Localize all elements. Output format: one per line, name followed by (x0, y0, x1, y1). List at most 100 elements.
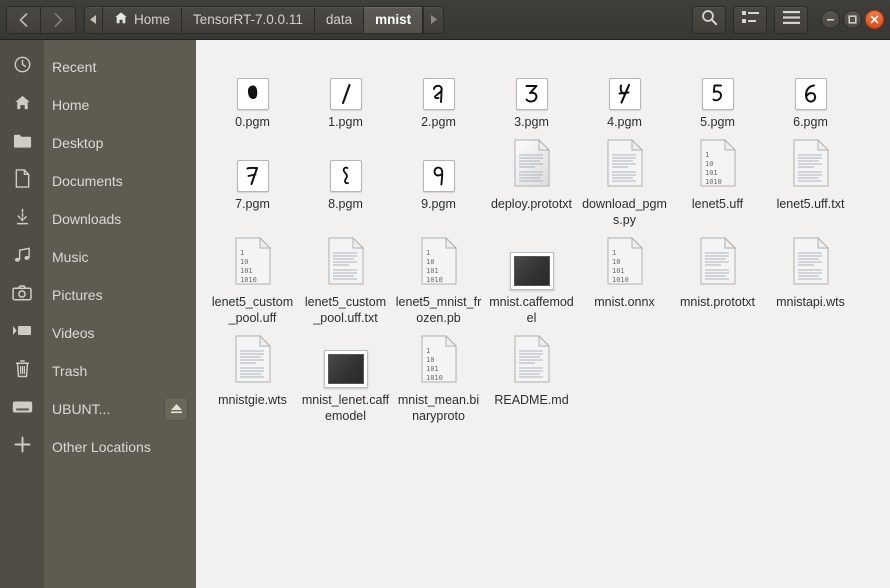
search-button[interactable] (692, 5, 726, 34)
sidebar-icon-home[interactable] (0, 86, 44, 124)
text-document-icon (513, 138, 551, 192)
file-item[interactable]: mnist_lenet.caffemodel (299, 326, 392, 424)
breadcrumb-item-tensorrt[interactable]: TensorRT-7.0.0.11 (182, 6, 315, 33)
file-thumbnail (606, 136, 644, 192)
file-thumbnail (515, 54, 548, 110)
file-label: 9.pgm (421, 197, 456, 211)
sidebar-icon-other-locations[interactable] (0, 428, 44, 466)
sidebar-item-recent[interactable]: Recent (44, 48, 196, 86)
sidebar-item-ubuntu-drive[interactable]: UBUNT... (44, 390, 196, 428)
sidebar-item-other-locations[interactable]: Other Locations (44, 428, 196, 466)
header-right-group (692, 5, 884, 34)
file-item[interactable]: 7.pgm (206, 130, 299, 228)
sidebar-icon-music[interactable] (0, 238, 44, 276)
file-item[interactable]: 3.pgm (485, 48, 578, 130)
file-item[interactable]: 4.pgm (578, 48, 671, 130)
file-thumbnail (422, 54, 455, 110)
file-item[interactable]: 1.pgm (299, 48, 392, 130)
window-controls (821, 10, 884, 29)
file-item[interactable]: mnistgie.wts (206, 326, 299, 424)
sidebar-icon-pictures[interactable] (0, 276, 44, 314)
text-document-icon (234, 334, 272, 388)
search-icon (701, 9, 718, 31)
file-item[interactable]: 9.pgm (392, 130, 485, 228)
file-item[interactable]: 1 10 101 1010 mnist_mean.binaryproto (392, 326, 485, 424)
maximize-button[interactable] (843, 10, 862, 29)
home-icon (13, 93, 32, 117)
file-label: download_pgms.py (582, 197, 667, 227)
breadcrumb-item-mnist[interactable]: mnist (364, 6, 424, 33)
sidebar-item-pictures[interactable]: Pictures (44, 276, 196, 314)
svg-text:101: 101 (612, 267, 625, 275)
binary-document-icon: 1 10 101 1010 (420, 334, 458, 388)
file-item[interactable]: mnist.prototxt (671, 228, 764, 326)
sidebar-item-desktop[interactable]: Desktop (44, 124, 196, 162)
plus-icon (14, 436, 31, 458)
file-item[interactable]: 6.pgm (764, 48, 857, 130)
file-item[interactable]: 8.pgm (299, 130, 392, 228)
sidebar-icon-trash[interactable] (0, 352, 44, 390)
sidebar-item-videos[interactable]: Videos (44, 314, 196, 352)
breadcrumb-item-data[interactable]: data (315, 6, 365, 33)
sidebar-item-label: Videos (52, 325, 95, 341)
file-item[interactable]: 1 10 101 1010 mnist.onnx (578, 228, 671, 326)
close-button[interactable] (865, 10, 884, 29)
file-item[interactable]: mnistapi.wts (764, 228, 857, 326)
breadcrumb-item-home[interactable]: Home (103, 6, 183, 33)
pgm-image-icon (329, 78, 362, 110)
forward-button[interactable] (41, 6, 75, 33)
file-label: 1.pgm (328, 115, 363, 129)
file-item[interactable]: lenet5.uff.txt (764, 130, 857, 228)
file-grid-area[interactable]: 0.pgm 1.pgm 2.pgm 3.pgm 4.pgm 5.pgm 6.pg… (196, 40, 890, 588)
download-icon (13, 207, 32, 231)
eject-button[interactable] (164, 397, 188, 421)
file-item[interactable]: 1 10 101 1010 lenet5_custom_pool.uff (206, 228, 299, 326)
sidebar-icon-ubuntu-drive[interactable] (0, 390, 44, 428)
back-button[interactable] (7, 6, 41, 33)
sidebar-item-documents[interactable]: Documents (44, 162, 196, 200)
file-label: mnistapi.wts (776, 295, 845, 309)
file-item[interactable]: 2.pgm (392, 48, 485, 130)
file-label: lenet5.uff (691, 197, 744, 211)
sidebar-item-trash[interactable]: Trash (44, 352, 196, 390)
breadcrumb-scroll-left-button[interactable] (85, 6, 103, 33)
menu-button[interactable] (774, 5, 808, 34)
file-item[interactable]: README.md (485, 326, 578, 424)
sidebar-item-music[interactable]: Music (44, 238, 196, 276)
navigation-button-group (6, 5, 76, 34)
file-thumbnail (699, 234, 737, 290)
svg-text:10: 10 (612, 258, 620, 266)
file-item[interactable]: deploy.prototxt (485, 130, 578, 228)
sidebar-icon-desktop[interactable] (0, 124, 44, 162)
file-item[interactable]: 0.pgm (206, 48, 299, 130)
sidebar-places-list: Recent Home Desktop Documents Downloads … (44, 40, 196, 588)
clock-icon (13, 55, 32, 79)
breadcrumb-scroll-right-button[interactable] (423, 6, 443, 33)
sidebar-icon-documents[interactable] (0, 162, 44, 200)
sidebar-item-label: Music (52, 249, 89, 265)
window-body: Recent Home Desktop Documents Downloads … (0, 40, 890, 588)
file-item[interactable]: 5.pgm (671, 48, 764, 130)
view-toggle-button[interactable] (733, 5, 767, 34)
sidebar-item-label: Pictures (52, 287, 103, 303)
sidebar-icon-recent[interactable] (0, 48, 44, 86)
file-item[interactable]: mnist.caffemodel (485, 228, 578, 326)
sidebar-item-label: Trash (52, 363, 88, 379)
sidebar-item-home[interactable]: Home (44, 86, 196, 124)
file-item[interactable]: 1 10 101 1010 lenet5_mnist_frozen.pb (392, 228, 485, 326)
sidebar-item-label: UBUNT... (52, 401, 111, 417)
video-icon (12, 324, 32, 342)
file-label: 7.pgm (235, 197, 270, 211)
file-item[interactable]: download_pgms.py (578, 130, 671, 228)
sidebar-item-downloads[interactable]: Downloads (44, 200, 196, 238)
file-item[interactable]: 1 10 101 1010 lenet5.uff (671, 130, 764, 228)
text-document-icon (699, 236, 737, 290)
sidebar-icon-downloads[interactable] (0, 200, 44, 238)
file-thumbnail (513, 136, 551, 192)
svg-text:101: 101 (705, 169, 718, 177)
file-thumbnail: 1 10 101 1010 (420, 234, 458, 290)
sidebar-item-label: Documents (52, 173, 123, 189)
minimize-button[interactable] (821, 10, 840, 29)
sidebar-icon-videos[interactable] (0, 314, 44, 352)
file-item[interactable]: lenet5_custom_pool.uff.txt (299, 228, 392, 326)
